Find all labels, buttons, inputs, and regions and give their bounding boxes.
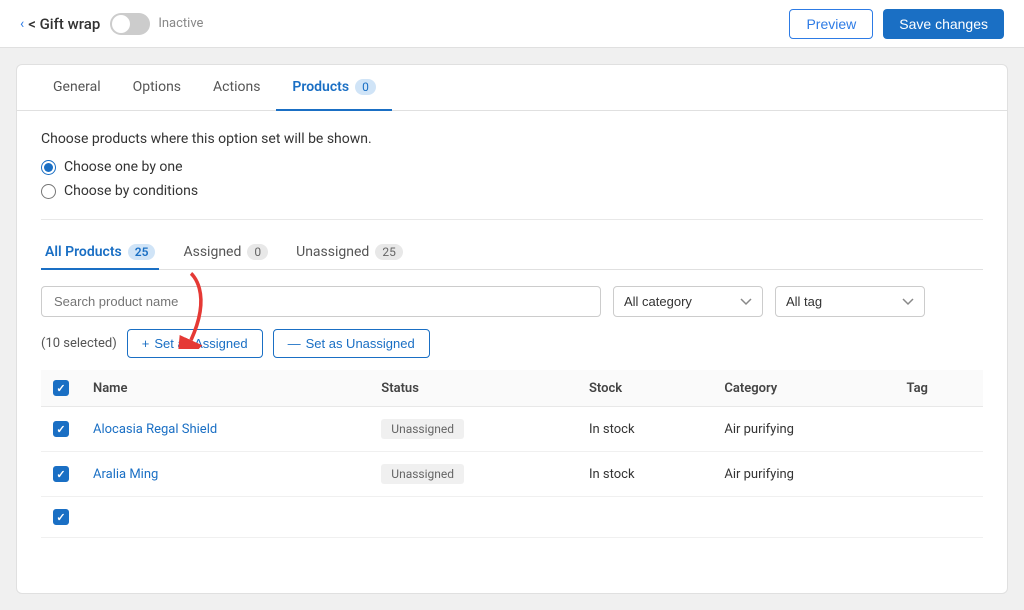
table-header-row: ✓ Name Status Stock Category Tag: [41, 370, 983, 407]
section-description: Choose products where this option set wi…: [41, 131, 983, 147]
sub-tab-all-label: All Products: [45, 244, 122, 260]
back-link[interactable]: ‹ < Gift wrap: [20, 15, 100, 33]
row1-product-link[interactable]: Alocasia Regal Shield: [93, 422, 217, 437]
row3-stock: [577, 497, 712, 538]
tab-general[interactable]: General: [37, 65, 117, 111]
row2-status: Unassigned: [369, 452, 577, 497]
radio-by-conditions-input[interactable]: [41, 184, 56, 199]
row1-checkbox[interactable]: ✓: [53, 421, 69, 437]
row1-checkbox-cell: ✓: [41, 407, 81, 452]
toggle-wrap: Inactive: [110, 13, 203, 35]
set-as-unassigned-button[interactable]: — Set as Unassigned: [273, 329, 430, 358]
radio-one-by-one-label: Choose one by one: [64, 159, 183, 175]
product-table: ✓ Name Status Stock Category Tag ✓: [41, 370, 983, 538]
radio-by-conditions[interactable]: Choose by conditions: [41, 183, 983, 199]
table-row: ✓ Alocasia Regal Shield Unassigned In st…: [41, 407, 983, 452]
row1-tag: [894, 407, 983, 452]
row2-checkbox-cell: ✓: [41, 452, 81, 497]
radio-group: Choose one by one Choose by conditions: [41, 159, 983, 199]
row1-stock: In stock: [577, 407, 712, 452]
row2-category: Air purifying: [712, 452, 894, 497]
col-checkbox: ✓: [41, 370, 81, 407]
row3-checkbox[interactable]: ✓: [53, 509, 69, 525]
tab-products-label: Products: [292, 79, 349, 95]
filter-row: All category All tag: [41, 286, 983, 317]
table-body: ✓ Alocasia Regal Shield Unassigned In st…: [41, 407, 983, 538]
sub-tab-unassigned-badge: 25: [375, 244, 403, 260]
sub-tab-unassigned[interactable]: Unassigned 25: [292, 236, 407, 270]
row3-category: [712, 497, 894, 538]
unassign-minus-icon: —: [288, 336, 301, 351]
products-tab-content: Choose products where this option set wi…: [17, 111, 1007, 558]
top-bar-left: ‹ < Gift wrap Inactive: [20, 13, 203, 35]
row1-check-icon: ✓: [56, 423, 65, 436]
back-text: < Gift wrap: [28, 15, 100, 33]
row3-status: [369, 497, 577, 538]
row3-name: [81, 497, 369, 538]
set-as-assigned-button[interactable]: + Set as Assigned: [127, 329, 263, 358]
row2-tag: [894, 452, 983, 497]
main-tabs: General Options Actions Products 0: [17, 65, 1007, 111]
tab-actions[interactable]: Actions: [197, 65, 276, 111]
save-changes-button[interactable]: Save changes: [883, 9, 1004, 39]
col-category: Category: [712, 370, 894, 407]
main-content: General Options Actions Products 0 Choos…: [16, 64, 1008, 594]
radio-one-by-one-input[interactable]: [41, 160, 56, 175]
table-header: ✓ Name Status Stock Category Tag: [41, 370, 983, 407]
assign-label: Set as Assigned: [154, 336, 247, 351]
row3-tag: [894, 497, 983, 538]
tab-actions-label: Actions: [213, 79, 260, 95]
row2-name: Aralia Ming: [81, 452, 369, 497]
table-row: ✓ Aralia Ming Unassigned In stock Air pu…: [41, 452, 983, 497]
tab-general-label: General: [53, 79, 101, 95]
preview-button[interactable]: Preview: [789, 9, 873, 39]
row3-checkbox-cell: ✓: [41, 497, 81, 538]
radio-one-by-one[interactable]: Choose one by one: [41, 159, 983, 175]
checkbox-check-icon: ✓: [56, 382, 65, 395]
table-row: ✓: [41, 497, 983, 538]
row2-product-link[interactable]: Aralia Ming: [93, 467, 158, 482]
top-bar: ‹ < Gift wrap Inactive Preview Save chan…: [0, 0, 1024, 48]
row2-status-badge: Unassigned: [381, 464, 464, 484]
tag-filter[interactable]: All tag: [775, 286, 925, 317]
row1-status-badge: Unassigned: [381, 419, 464, 439]
row2-checkbox[interactable]: ✓: [53, 466, 69, 482]
col-name: Name: [81, 370, 369, 407]
row1-status: Unassigned: [369, 407, 577, 452]
inactive-label: Inactive: [158, 16, 203, 31]
col-tag: Tag: [894, 370, 983, 407]
sub-tab-all-badge: 25: [128, 244, 156, 260]
tab-products[interactable]: Products 0: [276, 65, 391, 111]
sub-tab-all-products[interactable]: All Products 25: [41, 236, 159, 270]
radio-by-conditions-label: Choose by conditions: [64, 183, 198, 199]
select-all-checkbox[interactable]: ✓: [53, 380, 69, 396]
unassign-label: Set as Unassigned: [306, 336, 415, 351]
tab-products-badge: 0: [355, 79, 376, 95]
col-status: Status: [369, 370, 577, 407]
selected-count: (10 selected): [41, 336, 117, 351]
row3-check-icon: ✓: [56, 511, 65, 524]
sub-tab-assigned[interactable]: Assigned 0: [179, 236, 272, 270]
back-arrow-icon: ‹: [20, 16, 24, 32]
sub-tabs: All Products 25 Assigned 0 Unassigned 25: [41, 236, 983, 270]
action-row: (10 selected) + Set as Assigned — Set as…: [41, 329, 983, 358]
sub-tab-unassigned-label: Unassigned: [296, 244, 369, 260]
search-input[interactable]: [41, 286, 601, 317]
row2-check-icon: ✓: [56, 468, 65, 481]
active-toggle[interactable]: [110, 13, 150, 35]
top-bar-right: Preview Save changes: [789, 9, 1004, 39]
col-stock: Stock: [577, 370, 712, 407]
row1-category: Air purifying: [712, 407, 894, 452]
category-filter[interactable]: All category: [613, 286, 763, 317]
toggle-knob: [112, 15, 130, 33]
row1-name: Alocasia Regal Shield: [81, 407, 369, 452]
sub-tab-assigned-label: Assigned: [183, 244, 241, 260]
row2-stock: In stock: [577, 452, 712, 497]
divider: [41, 219, 983, 220]
tab-options-label: Options: [133, 79, 181, 95]
tab-options[interactable]: Options: [117, 65, 197, 111]
assign-plus-icon: +: [142, 336, 150, 351]
sub-tab-assigned-badge: 0: [247, 244, 268, 260]
